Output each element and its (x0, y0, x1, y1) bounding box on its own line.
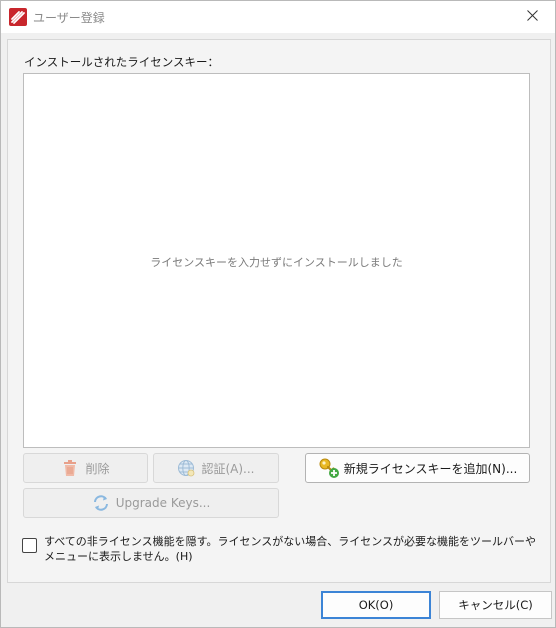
hide-unlicensed-label: すべての非ライセンス機能を隠す。ライセンスがない場合、ライセンスが必要な機能をツ… (44, 535, 537, 563)
key-add-icon (318, 457, 340, 479)
empty-list-message: ライセンスキーを入力せずにインストールしました (150, 256, 403, 269)
authenticate-button[interactable]: 認証(A)... (153, 453, 279, 483)
add-license-key-button-label: 新規ライセンスキーを追加(N)... (343, 461, 518, 476)
user-registration-dialog: ユーザー登録 インストールされたライセンスキー： ライセンスキーを入力せずにイン… (0, 0, 556, 628)
license-key-list[interactable]: ライセンスキーを入力せずにインストールしました (23, 73, 530, 448)
installed-keys-label: インストールされたライセンスキー： (24, 55, 220, 69)
upgrade-keys-button[interactable]: Upgrade Keys... (23, 488, 279, 518)
cancel-button[interactable]: キャンセル(C) (439, 591, 552, 619)
window-title: ユーザー登録 (33, 11, 105, 25)
globe-icon (177, 459, 195, 477)
hide-unlicensed-checkbox[interactable] (22, 538, 37, 553)
app-logo-icon (9, 8, 27, 26)
delete-button[interactable]: 削除 (23, 453, 148, 483)
close-button[interactable] (509, 1, 555, 33)
close-icon (526, 10, 538, 24)
license-panel: インストールされたライセンスキー： ライセンスキーを入力せずにインストールしまし… (7, 39, 551, 583)
trash-icon (61, 459, 79, 477)
delete-button-label: 削除 (85, 461, 110, 476)
ok-button[interactable]: OK(O) (321, 591, 431, 619)
refresh-icon (92, 494, 110, 512)
ok-button-label: OK(O) (358, 598, 394, 612)
cancel-button-label: キャンセル(C) (458, 598, 533, 612)
hide-unlicensed-option[interactable]: すべての非ライセンス機能を隠す。ライセンスがない場合、ライセンスが必要な機能をツ… (22, 534, 542, 574)
upgrade-keys-button-label: Upgrade Keys... (115, 496, 211, 510)
title-bar: ユーザー登録 (1, 1, 555, 33)
add-license-key-button[interactable]: 新規ライセンスキーを追加(N)... (305, 453, 530, 483)
authenticate-button-label: 認証(A)... (201, 461, 255, 476)
